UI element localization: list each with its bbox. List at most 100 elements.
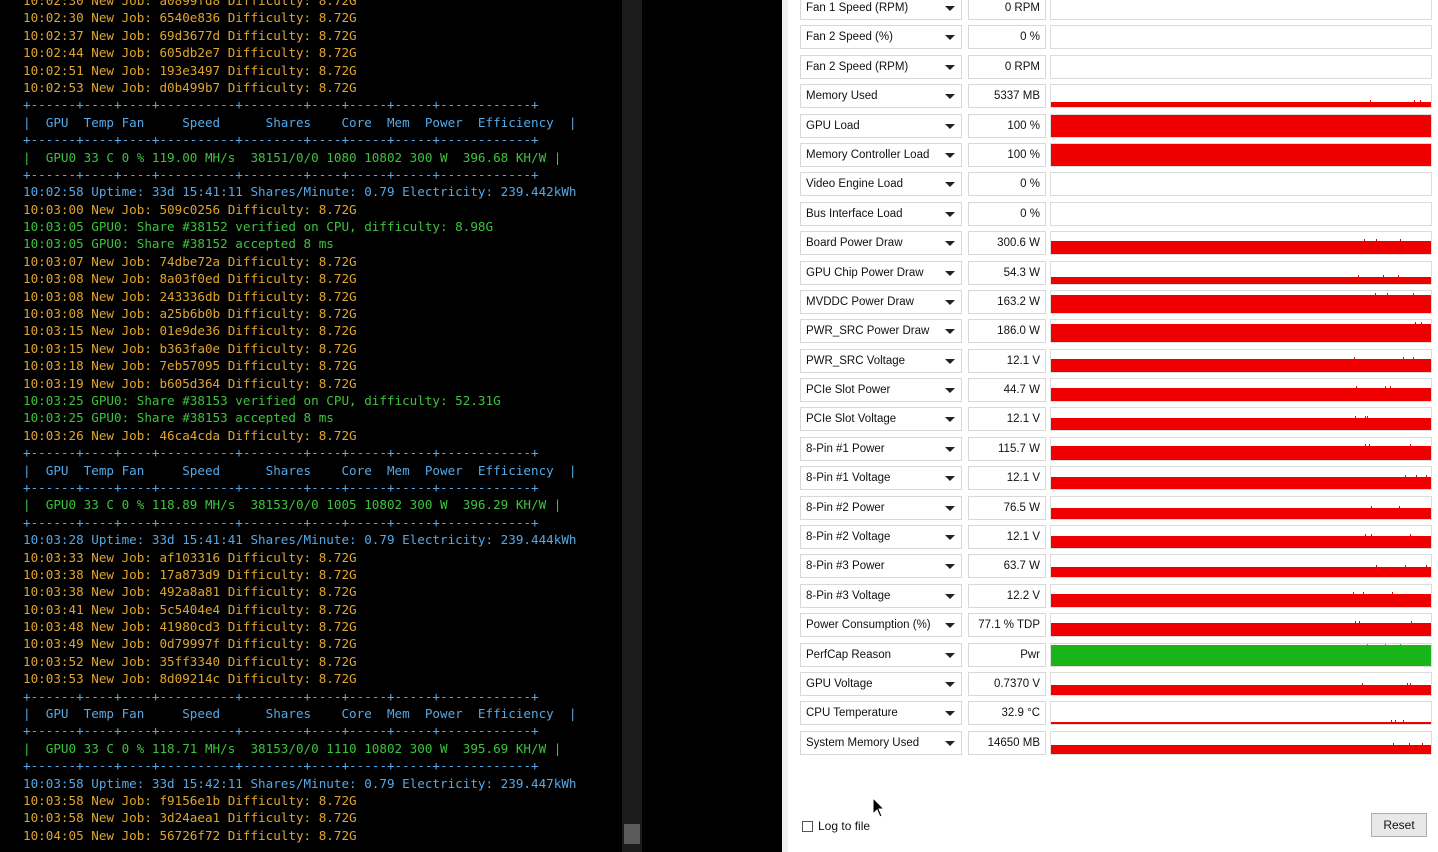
sensor-footer: Log to file Reset [788, 760, 1438, 852]
terminal-line: | GPU Temp Fan Speed Shares Core Mem Pow… [23, 706, 577, 722]
sensor-graph-bar [1051, 623, 1431, 637]
sensor-graph [1050, 525, 1432, 550]
sensor-name-dropdown[interactable]: 8-Pin #1 Voltage [800, 466, 962, 491]
sensor-value-box: 100 % [968, 142, 1046, 167]
sensor-row: PWR_SRC Voltage 12.1 V [796, 346, 1436, 375]
caret-down-icon [945, 358, 955, 364]
sensor-graph-spike [1392, 591, 1393, 594]
sensor-name-dropdown[interactable]: 8-Pin #3 Voltage [800, 583, 962, 608]
sensor-graph-spike [1355, 621, 1356, 624]
sensor-name-dropdown[interactable]: 8-Pin #2 Voltage [800, 525, 962, 550]
sensor-value-box: 12.2 V [968, 583, 1046, 608]
terminal-line: 10:02:44 New Job: 605db2e7 Difficulty: 8… [23, 45, 357, 61]
terminal-line: 10:03:15 New Job: b363fa0e Difficulty: 8… [23, 340, 357, 356]
caret-down-icon [945, 388, 955, 394]
sensor-value: 54.3 W [1003, 266, 1040, 279]
sensor-name-dropdown[interactable]: PCIe Slot Power [800, 378, 962, 403]
sensor-graph-bar [1051, 294, 1431, 313]
sensor-graph-spike [1362, 682, 1363, 685]
sensor-name-dropdown[interactable]: Power Consumption (%) [800, 613, 962, 638]
sensor-graph-spike [1410, 682, 1411, 685]
sensor-row: GPU Voltage 0.7370 V [796, 669, 1436, 698]
sensor-graph [1050, 730, 1432, 755]
sensor-graph [1050, 378, 1432, 403]
sensor-graph-spike [1387, 292, 1388, 295]
terminal-line: 10:03:53 New Job: 8d09214c Difficulty: 8… [23, 671, 357, 687]
sensor-graph-bar [1051, 388, 1431, 402]
sensor-graph-bar [1051, 445, 1431, 460]
caret-down-icon [945, 241, 955, 247]
caret-down-icon [945, 94, 955, 100]
sensor-graph-spike [1422, 742, 1423, 745]
sensor-graph [1050, 319, 1432, 344]
sensor-name-dropdown[interactable]: GPU Load [800, 113, 962, 138]
terminal-line: 10:03:05 GPU0: Share #38152 verified on … [23, 219, 494, 235]
sensor-value: Pwr [1020, 648, 1040, 661]
sensor-graph-bar [1051, 593, 1431, 607]
sensor-name-dropdown[interactable]: System Memory Used [800, 730, 962, 755]
sensor-name-dropdown[interactable]: PCIe Slot Voltage [800, 407, 962, 432]
sensor-name-label: PerfCap Reason [806, 648, 892, 661]
scrollbar-thumb[interactable] [624, 824, 640, 844]
sensor-name-dropdown[interactable]: 8-Pin #2 Power [800, 495, 962, 520]
sensor-name-dropdown[interactable]: 8-Pin #1 Power [800, 436, 962, 461]
caret-down-icon [945, 476, 955, 482]
terminal-line: +------+----+----+----------+--------+--… [23, 445, 539, 461]
sensor-name-dropdown[interactable]: MVDDC Power Draw [800, 289, 962, 314]
terminal-line: 10:02:51 New Job: 193e3497 Difficulty: 8… [23, 62, 357, 78]
reset-button[interactable]: Reset [1371, 813, 1427, 837]
sensor-name-dropdown[interactable]: PWR_SRC Voltage [800, 348, 962, 373]
sensor-name-dropdown[interactable]: Video Engine Load [800, 172, 962, 197]
terminal-scrollbar[interactable] [622, 0, 642, 852]
caret-down-icon [945, 652, 955, 658]
sensor-row: 8-Pin #1 Voltage 12.1 V [796, 463, 1436, 492]
sensor-name-label: Video Engine Load [806, 178, 903, 191]
terminal-line: 10:04:05 New Job: 56726f72 Difficulty: 8… [23, 827, 357, 843]
sensor-name-dropdown[interactable]: Memory Controller Load [800, 142, 962, 167]
sensor-graph-spike [1376, 239, 1377, 242]
sensor-name-dropdown[interactable]: Fan 2 Speed (RPM) [800, 54, 962, 79]
sensor-graph-spike [1370, 100, 1371, 103]
sensor-graph [1050, 172, 1432, 197]
terminal-line: 10:03:25 GPU0: Share #38153 verified on … [23, 392, 501, 408]
sensor-name-dropdown[interactable]: PerfCap Reason [800, 642, 962, 667]
sensor-name-dropdown[interactable]: Board Power Draw [800, 231, 962, 256]
sensor-graph-spike [1395, 720, 1396, 723]
terminal-line: +------+----+----+----------+--------+--… [23, 132, 539, 148]
terminal-line: 10:03:41 New Job: 5c5404e4 Difficulty: 8… [23, 601, 357, 617]
sensor-name-dropdown[interactable]: GPU Voltage [800, 671, 962, 696]
terminal-line: +------+----+----+----------+--------+--… [23, 97, 539, 113]
mouse-cursor-icon [872, 797, 886, 818]
sensor-value-box: 300.6 W [968, 231, 1046, 256]
sensor-name-label: 8-Pin #2 Power [806, 501, 885, 514]
terminal-line: 10:03:00 New Job: 509c0256 Difficulty: 8… [23, 201, 357, 217]
terminal-line: 10:03:48 New Job: 41980cd3 Difficulty: 8… [23, 619, 357, 635]
sensor-name-dropdown[interactable]: Fan 1 Speed (RPM) [800, 0, 962, 20]
sensor-row: PCIe Slot Power 44.7 W [796, 375, 1436, 404]
terminal-line: | GPU0 33 C 0 % 118.71 MH/s 38153/0/0 11… [23, 740, 562, 756]
sensor-name-dropdown[interactable]: Bus Interface Load [800, 201, 962, 226]
sensor-graph-spike [1371, 505, 1372, 508]
sensor-name-label: Memory Controller Load [806, 148, 930, 161]
sensor-graph-bar [1051, 418, 1431, 431]
sensor-graph [1050, 84, 1432, 109]
terminal-line: 10:03:52 New Job: 35ff3340 Difficulty: 8… [23, 653, 357, 669]
sensor-name-dropdown[interactable]: PWR_SRC Power Draw [800, 319, 962, 344]
terminal-line: | GPU Temp Fan Speed Shares Core Mem Pow… [23, 462, 577, 478]
sensor-graph-bar [1051, 507, 1431, 519]
sensor-name-dropdown[interactable]: CPU Temperature [800, 701, 962, 726]
sensor-graph-spike [1365, 534, 1366, 537]
caret-down-icon [945, 211, 955, 217]
sensor-name-dropdown[interactable]: GPU Chip Power Draw [800, 260, 962, 285]
log-to-file-checkbox[interactable] [802, 821, 813, 832]
sensor-name-dropdown[interactable]: Memory Used [800, 84, 962, 109]
sensor-graph [1050, 231, 1432, 256]
sensor-value: 12.1 V [1006, 472, 1040, 485]
caret-down-icon [945, 535, 955, 541]
sensor-name-dropdown[interactable]: Fan 2 Speed (%) [800, 25, 962, 50]
sensor-name-dropdown[interactable]: 8-Pin #3 Power [800, 554, 962, 579]
terminal-line: | GPU Temp Fan Speed Shares Core Mem Pow… [23, 114, 577, 130]
sensor-graph-bar [1051, 114, 1431, 137]
sensor-name-label: Fan 1 Speed (RPM) [806, 2, 909, 14]
sensor-name-label: GPU Load [806, 119, 860, 132]
